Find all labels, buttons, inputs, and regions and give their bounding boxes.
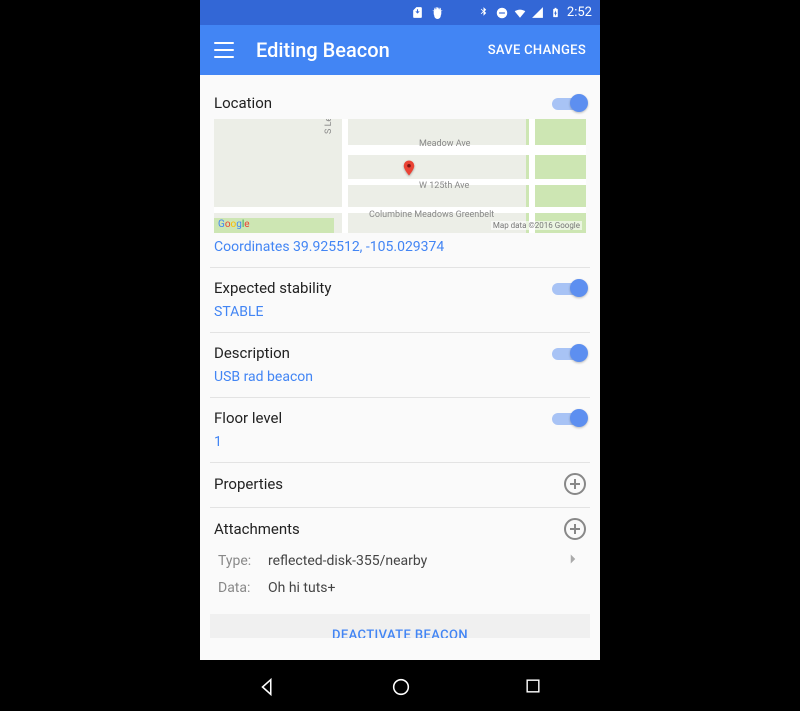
google-logo: Google — [218, 219, 250, 230]
section-description[interactable]: Description USB rad beacon — [210, 333, 590, 398]
map[interactable]: Meadow Ave W 125th Ave Columbine Meadows… — [214, 119, 586, 233]
stability-value: STABLE — [214, 304, 586, 320]
recent-apps-icon[interactable] — [523, 676, 543, 696]
home-icon[interactable] — [390, 676, 410, 696]
nav-bar — [200, 660, 600, 711]
floor-value: 1 — [214, 434, 586, 450]
menu-icon[interactable] — [214, 42, 234, 58]
app-bar: Editing Beacon SAVE CHANGES — [200, 25, 600, 75]
section-attachments: Attachments Type: reflected-disk-355/nea… — [210, 508, 590, 604]
content: Location Meadow Ave W 125th Ave Columbin… — [200, 75, 600, 660]
add-attachment-icon[interactable] — [564, 518, 586, 540]
section-stability[interactable]: Expected stability STABLE — [210, 268, 590, 333]
map-street-columbine: Columbine Meadows Greenbelt — [369, 210, 494, 220]
map-street-meadow: Meadow Ave — [419, 139, 470, 149]
back-icon[interactable] — [257, 676, 277, 696]
save-button[interactable]: SAVE CHANGES — [488, 43, 586, 58]
wifi-icon — [513, 6, 527, 20]
attachment-item[interactable]: Type: reflected-disk-355/nearby Data: Oh… — [214, 546, 586, 600]
section-location: Location Meadow Ave W 125th Ave Columbin… — [210, 83, 590, 268]
dnd-icon — [495, 6, 509, 20]
cell-signal-icon — [531, 6, 545, 20]
location-label: Location — [214, 94, 272, 112]
attachment-data-value: Oh hi tuts+ — [268, 580, 582, 596]
map-street-125th: W 125th Ave — [419, 181, 469, 191]
sd-card-icon — [410, 6, 424, 20]
location-toggle[interactable] — [552, 93, 586, 113]
battery-charging-icon — [549, 6, 563, 20]
map-street-slenn: S Lenn — [324, 119, 334, 134]
floor-label: Floor level — [214, 409, 282, 427]
floor-toggle[interactable] — [552, 408, 586, 428]
stability-label: Expected stability — [214, 279, 331, 297]
properties-label: Properties — [214, 475, 283, 493]
map-pin-icon — [400, 157, 414, 177]
section-floor[interactable]: Floor level 1 — [210, 398, 590, 463]
android-debug-icon — [430, 6, 444, 20]
bluetooth-icon — [477, 6, 491, 20]
coordinates-value[interactable]: Coordinates 39.925512, -105.029374 — [214, 239, 586, 255]
page-title: Editing Beacon — [256, 38, 488, 62]
description-toggle[interactable] — [552, 343, 586, 363]
attachment-type-key: Type: — [218, 553, 262, 569]
deactivate-button[interactable]: DEACTIVATE BEACON — [210, 614, 590, 638]
attachment-data-key: Data: — [218, 580, 262, 596]
attachments-label: Attachments — [214, 520, 300, 538]
add-property-icon[interactable] — [564, 473, 586, 495]
section-properties[interactable]: Properties — [210, 463, 590, 508]
description-label: Description — [214, 344, 290, 362]
stability-toggle[interactable] — [552, 278, 586, 298]
attachment-type-value: reflected-disk-355/nearby — [268, 553, 558, 569]
map-attribution: Map data ©2016 Google — [491, 221, 582, 230]
description-value: USB rad beacon — [214, 369, 586, 385]
clock: 2:52 — [567, 5, 592, 20]
chevron-right-icon — [564, 550, 582, 572]
status-bar: 2:52 — [200, 0, 600, 25]
